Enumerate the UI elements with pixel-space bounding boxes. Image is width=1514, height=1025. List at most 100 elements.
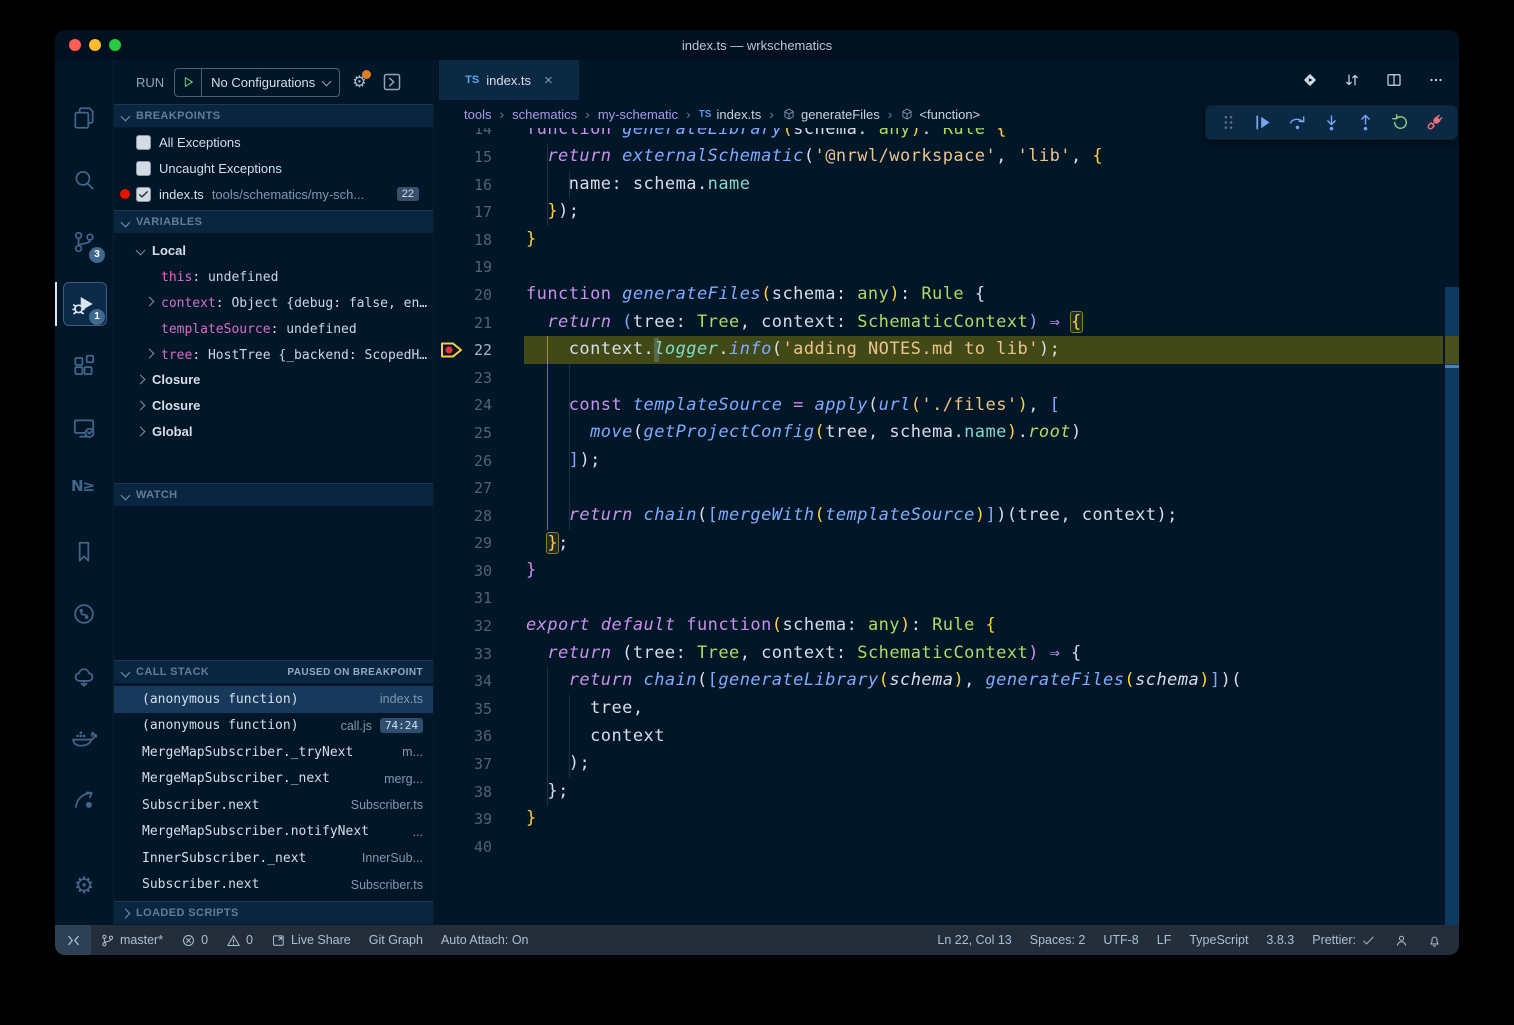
split-editor-button[interactable] [1385,71,1403,89]
call-stack-frame-0[interactable]: (anonymous function)index.ts [114,686,433,713]
tab-index-ts[interactable]: TS index.ts × [439,60,579,100]
activity-manage[interactable]: ⚙ [55,855,113,917]
breakpoint-item-uncaught-exceptions[interactable]: Uncaught Exceptions [114,155,433,181]
status-warnings[interactable]: 0 [217,925,262,955]
code-text[interactable]: tree, [526,695,644,723]
code-text[interactable]: } [526,805,537,833]
breadcrumb-item-index-ts[interactable]: TSindex.ts [699,107,762,122]
breakpoint-checkbox[interactable] [136,187,151,202]
status-ts-version[interactable]: 3.8.3 [1257,925,1303,955]
code-text[interactable]: function generateFiles(schema: any): Rul… [526,281,986,309]
run-or-debug-button[interactable] [1301,71,1319,89]
editor-gutter[interactable]: 32 [434,612,526,640]
start-debugging-icon[interactable] [180,74,196,90]
overview-ruler-scrollbar[interactable] [1445,287,1459,925]
variable-templateSource[interactable]: templateSource: undefined [114,315,433,341]
editor-gutter[interactable]: 31 [434,585,526,613]
activity-gitlens[interactable] [55,583,113,645]
open-changes-button[interactable] [1343,71,1361,89]
status-auto-attach[interactable]: Auto Attach: On [432,925,538,955]
step-into-button[interactable] [1321,112,1342,133]
step-out-button[interactable] [1355,112,1376,133]
breadcrumb-item-generatefiles[interactable]: generateFiles [782,107,880,122]
editor-gutter[interactable]: 16 [434,171,526,199]
status-git-graph[interactable]: Git Graph [360,925,432,955]
editor-gutter[interactable]: 26 [434,447,526,475]
call-stack-frame-6[interactable]: InnerSubscriber._nextInnerSub... [114,845,433,872]
breakpoint-item-all-exceptions[interactable]: All Exceptions [114,129,433,155]
status-git-branch[interactable]: master* [91,925,172,955]
activity-bookmarks[interactable] [55,521,113,583]
breakpoint-checkbox[interactable] [136,161,151,176]
code-text[interactable]: return externalSchematic('@nrwl/workspac… [526,143,1103,171]
code-text[interactable]: } [526,226,537,254]
editor-gutter[interactable]: 33 [434,640,526,668]
debug-config-dropdown[interactable]: No Configurations [174,68,340,97]
code-text[interactable]: const templateSource = apply(url('./file… [526,392,1060,420]
variables-scope-closure[interactable]: Closure [114,367,433,393]
editor-gutter[interactable]: 29 [434,530,526,558]
status-live-share[interactable]: Live Share [262,925,360,955]
activity-remote-explorer[interactable] [55,397,113,459]
variable-this[interactable]: this: undefined [114,263,433,289]
breadcrumb-item-my-schematic[interactable]: my-schematic [598,107,678,122]
code-text[interactable]: ); [526,750,590,778]
variable-tree[interactable]: tree: HostTree {_backend: ScopedH… [114,341,433,367]
editor-gutter[interactable]: 35 [434,695,526,723]
activity-docker[interactable] [55,707,113,769]
call-stack-frame-5[interactable]: MergeMapSubscriber.notifyNext... [114,819,433,846]
code-text[interactable]: context [526,723,665,751]
code-text[interactable]: }; [526,778,569,806]
activity-run-and-debug[interactable]: 1 [55,273,113,335]
code-text[interactable]: ]); [526,447,601,475]
editor-gutter[interactable]: 15 [434,143,526,171]
status-feedback[interactable] [1385,925,1418,955]
variables-scope-global[interactable]: Global [114,418,433,444]
code-text[interactable]: export default function(schema: any): Ru… [526,612,996,640]
editor-gutter[interactable]: 18 [434,226,526,254]
breadcrumb-item-schematics[interactable]: schematics [512,107,577,122]
debug-settings-gear-icon[interactable]: ⚙ [352,72,366,92]
call-stack-frame-3[interactable]: MergeMapSubscriber._nextmerg... [114,766,433,793]
editor-gutter[interactable]: 34 [434,667,526,695]
continue-button[interactable] [1252,112,1273,133]
code-text[interactable]: return chain([generateLibrary(schema), g… [526,667,1242,695]
breakpoint-item-index-ts[interactable]: index.tstools/schematics/my-sch...22 [114,181,433,207]
status-language-mode[interactable]: TypeScript [1180,925,1257,955]
code-text[interactable]: } [526,557,537,585]
code-text[interactable]: }; [526,530,569,558]
breadcrumb-item-tools[interactable]: tools [464,107,491,122]
editor-gutter[interactable]: 38 [434,778,526,806]
editor-gutter[interactable]: 24 [434,392,526,420]
breakpoints-section-header[interactable]: BREAKPOINTS [114,104,433,128]
call-stack-section-header[interactable]: CALL STACK PAUSED ON BREAKPOINT [114,660,433,684]
editor-gutter[interactable]: 30 [434,557,526,585]
code-text[interactable]: return (tree: Tree, context: SchematicCo… [526,309,1082,337]
editor-gutter[interactable]: 28 [434,502,526,530]
activity-nx-console[interactable]: N≥ [55,459,113,521]
code-text[interactable]: }); [526,198,579,226]
close-tab-icon[interactable]: × [544,72,553,89]
editor-gutter[interactable]: 22 [434,336,526,364]
code-text[interactable]: move(getProjectConfig(tree, schema.name)… [526,419,1082,447]
status-prettier[interactable]: Prettier: [1303,925,1385,955]
breadcrumb-item--function-[interactable]: <function> [900,107,980,122]
activity-extensions[interactable] [55,335,113,397]
status-indentation[interactable]: Spaces: 2 [1021,925,1095,955]
editor-gutter[interactable]: 36 [434,723,526,751]
editor-gutter[interactable]: 40 [434,833,526,861]
call-stack-frame-4[interactable]: Subscriber.nextSubscriber.ts [114,792,433,819]
step-over-button[interactable] [1287,112,1308,133]
editor-gutter[interactable]: 21 [434,309,526,337]
editor-gutter[interactable]: 23 [434,364,526,392]
minimize-button[interactable] [89,39,101,51]
call-stack-frame-2[interactable]: MergeMapSubscriber._tryNextm... [114,739,433,766]
activity-source-control[interactable]: 3 [55,211,113,273]
loaded-scripts-section-header[interactable]: LOADED SCRIPTS [114,901,433,925]
call-stack-frame-7[interactable]: Subscriber.nextSubscriber.ts [114,872,433,899]
breakpoint-checkbox[interactable] [136,135,151,150]
call-stack-frame-1[interactable]: (anonymous function)call.js74:24 [114,713,433,740]
variable-context[interactable]: context: Object {debug: false, en… [114,289,433,315]
status-encoding[interactable]: UTF-8 [1094,925,1147,955]
disconnect-button[interactable] [1424,112,1445,133]
